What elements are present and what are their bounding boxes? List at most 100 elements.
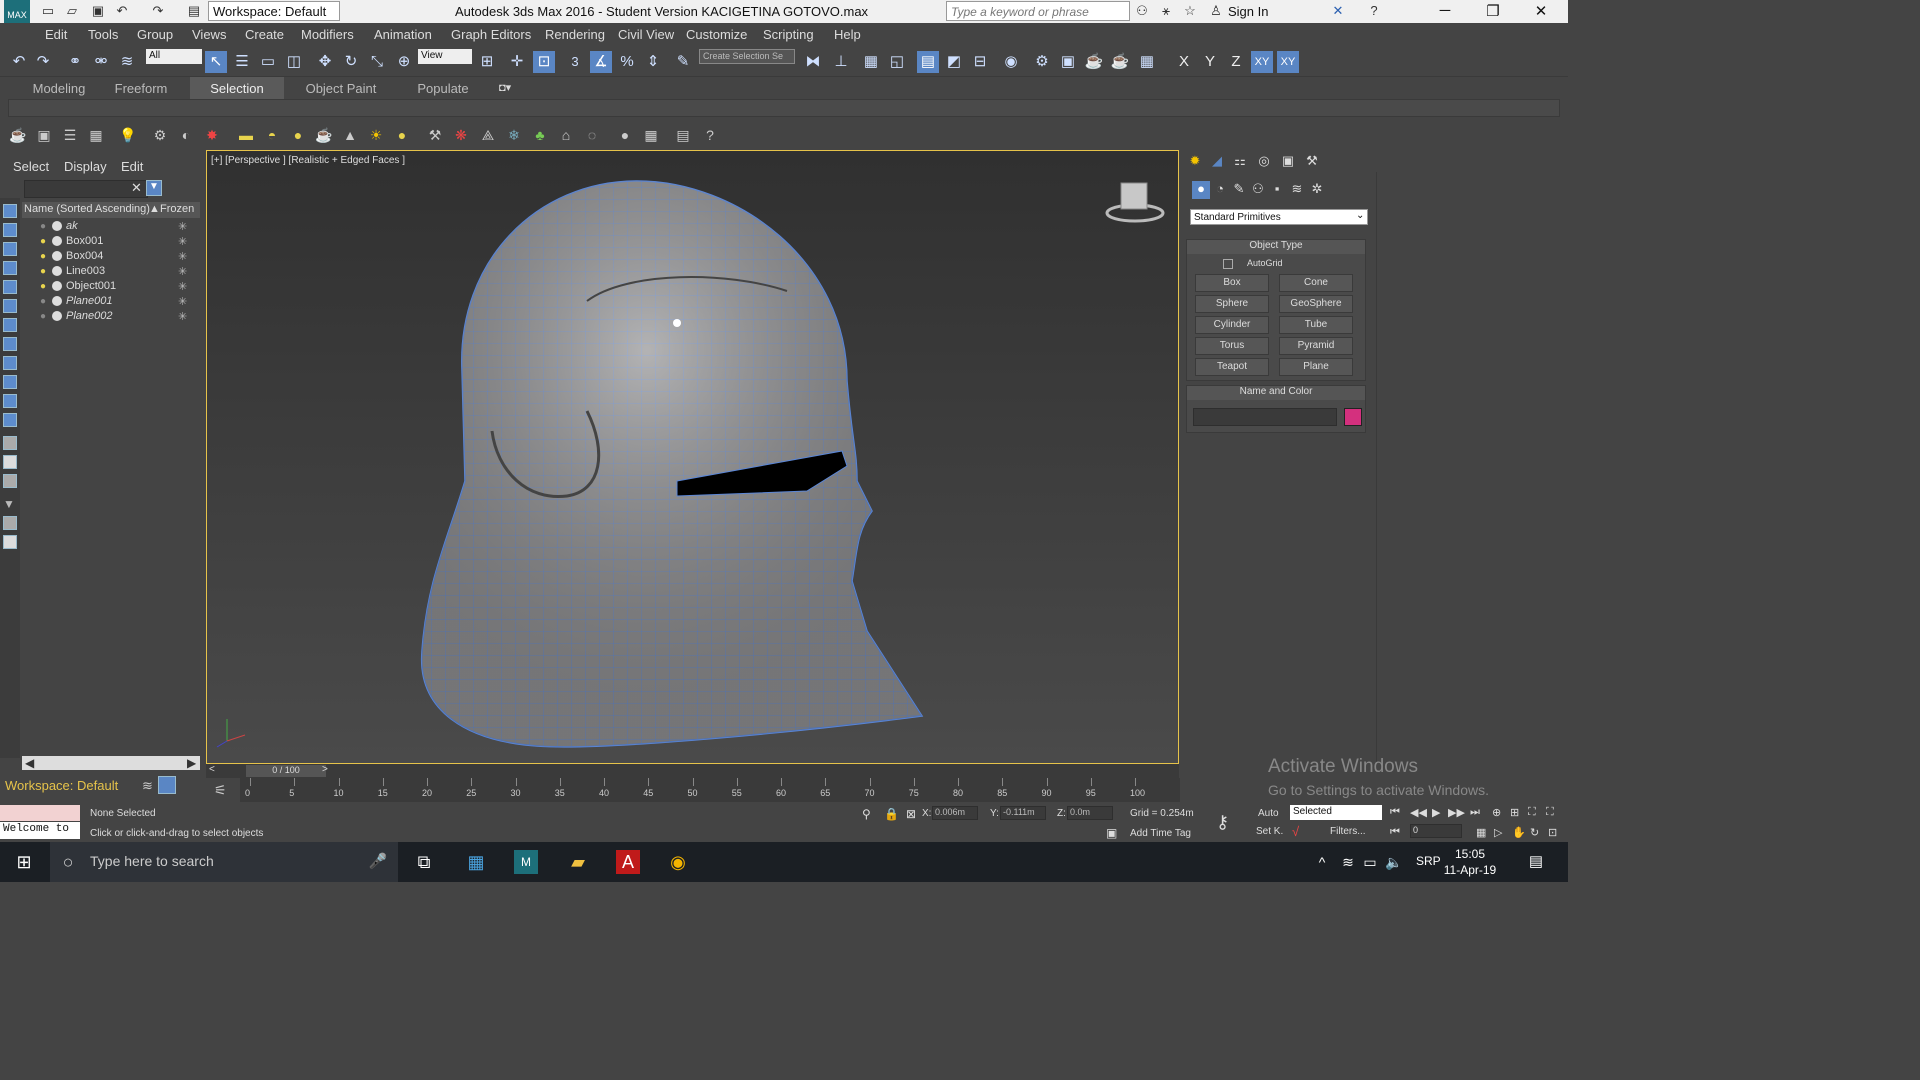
display-geometry-icon[interactable] <box>3 204 17 218</box>
cameras-category-icon[interactable]: ⚇ <box>1249 181 1267 199</box>
filters-button[interactable]: Filters... <box>1330 826 1366 837</box>
list-item[interactable]: ● Line003 <box>22 265 180 279</box>
tools-icon[interactable]: ⚒ <box>425 125 445 145</box>
auto-key-button[interactable]: Auto <box>1258 808 1279 819</box>
material-editor-icon[interactable]: ◉ <box>1000 51 1022 73</box>
display-tab-icon[interactable]: ▣ <box>1279 153 1297 171</box>
teapot-button[interactable]: Teapot <box>1195 358 1269 376</box>
render-setup-icon[interactable]: ⚙ <box>1031 51 1053 73</box>
clear-search-icon[interactable]: ✕ <box>131 180 142 196</box>
tab-selection[interactable]: Selection <box>190 77 284 99</box>
display-shapes-icon[interactable] <box>3 223 17 237</box>
plant-icon[interactable]: ♣ <box>530 125 550 145</box>
name-column-header[interactable]: Name (Sorted Ascending) <box>24 203 150 215</box>
list-item[interactable]: ● Object001 <box>22 280 180 294</box>
picture-icon[interactable]: ▣ <box>34 125 54 145</box>
volume-icon[interactable]: 🔈 <box>1382 850 1406 874</box>
placement-icon[interactable]: ⊕ <box>393 51 415 73</box>
pyramid-button[interactable]: Pyramid <box>1279 337 1353 355</box>
geosphere-button[interactable]: GeoSphere <box>1279 295 1353 313</box>
display-invert-icon[interactable] <box>3 474 17 488</box>
list-icon[interactable]: ☰ <box>60 125 80 145</box>
schematic-view-icon[interactable]: ⊟ <box>969 51 991 73</box>
field-of-view-icon[interactable]: ▷ <box>1494 826 1502 839</box>
undo-icon[interactable]: ↶ <box>114 3 130 19</box>
tube-button[interactable]: Tube <box>1279 316 1353 334</box>
sphere-button[interactable]: Sphere <box>1195 295 1269 313</box>
menu-views[interactable]: Views <box>192 27 226 42</box>
scale-icon[interactable]: ⤡ <box>366 51 388 73</box>
render-iterative-icon[interactable]: ☕ <box>1109 51 1131 73</box>
toggle-scene-explorer-icon[interactable]: ▦ <box>860 51 882 73</box>
menu-tools[interactable]: Tools <box>88 27 118 42</box>
render-sphere-icon[interactable]: ● <box>615 125 635 145</box>
cone-icon[interactable]: ▲ <box>340 125 360 145</box>
task-view-icon[interactable]: ⧉ <box>412 850 436 874</box>
render-production-icon[interactable]: ☕ <box>1083 51 1105 73</box>
selection-filter-dropdown[interactable]: All <box>146 49 202 64</box>
cylinder-button[interactable]: Cylinder <box>1195 316 1269 334</box>
display-lights-icon[interactable] <box>3 242 17 256</box>
grid-icon[interactable]: ▦ <box>86 125 106 145</box>
zoom-all-icon[interactable]: ⊞ <box>1510 806 1519 819</box>
perspective-viewport[interactable]: [+] [Perspective ] [Realistic + Edged Fa… <box>206 150 1179 764</box>
play-icon[interactable]: ▶ <box>1432 806 1440 819</box>
notifications-icon[interactable]: ▤ <box>1524 850 1548 874</box>
primitive-type-dropdown[interactable]: Standard Primitives <box>1190 209 1368 225</box>
star-icon[interactable]: ☆ <box>1182 3 1198 19</box>
key-icon[interactable]: ⚷ <box>1216 812 1229 833</box>
tab-populate[interactable]: Populate <box>405 77 481 99</box>
sign-in-button[interactable]: Sign In <box>1228 4 1268 19</box>
list-item[interactable]: ● ak <box>22 220 180 234</box>
cortana-circle-icon[interactable]: ○ <box>56 850 80 874</box>
explorer-layers-icon[interactable] <box>158 776 176 794</box>
modify-tab-icon[interactable]: ◢ <box>1208 153 1226 171</box>
bind-spacewarp-icon[interactable]: ≋ <box>116 51 138 73</box>
layer-stack-icon[interactable]: ≋ <box>142 778 153 794</box>
redo-icon[interactable]: ↷ <box>150 3 166 19</box>
maximize-viewport-icon[interactable]: ⊡ <box>1548 826 1557 839</box>
time-config-icon[interactable]: ▦ <box>1476 826 1486 839</box>
time-slider-next-icon[interactable]: > <box>322 764 328 775</box>
go-to-end-icon[interactable]: ⏭ <box>1470 806 1480 819</box>
help-icon[interactable]: ? <box>1366 3 1382 19</box>
menu-create[interactable]: Create <box>245 27 284 42</box>
zoom-extents-icon[interactable]: ⛶ <box>1528 806 1536 819</box>
particle-system-icon[interactable]: ❋ <box>451 125 471 145</box>
frozen-column-header[interactable]: Frozen <box>160 203 194 215</box>
reference-coordinate-dropdown[interactable]: View <box>418 49 472 64</box>
display-frozen-icon[interactable] <box>3 394 17 408</box>
sphere-icon[interactable]: ● <box>288 125 308 145</box>
display-none-icon[interactable] <box>3 455 17 469</box>
user-icon[interactable]: ♙ <box>1208 3 1224 19</box>
explorer-tab-select[interactable]: Select <box>13 159 49 174</box>
light-bulb-icon[interactable]: ● <box>40 251 46 262</box>
toggle-ribbon-icon[interactable]: ▤ <box>917 51 939 73</box>
align-icon[interactable]: ⊥ <box>830 51 852 73</box>
explorer-horizontal-scrollbar[interactable]: ◀ ▶ <box>22 756 200 770</box>
time-tag-icon[interactable]: ▣ <box>1106 826 1117 840</box>
close-icon[interactable]: ✕ <box>1526 2 1556 20</box>
name-color-title[interactable]: Name and Color <box>1187 386 1365 400</box>
isolate-icon[interactable]: ⚲ <box>862 807 871 821</box>
new-file-icon[interactable]: ▭ <box>40 3 56 19</box>
zoom-icon[interactable]: ⊕ <box>1492 806 1501 819</box>
shell-icon[interactable]: ◌ <box>582 125 602 145</box>
select-by-name-icon[interactable]: ☰ <box>231 51 253 73</box>
snaps-toggle-icon[interactable]: 3 <box>564 51 586 73</box>
restore-icon[interactable]: ❐ <box>1478 2 1508 20</box>
menu-civil-view[interactable]: Civil View <box>618 27 674 42</box>
x-coordinate-field[interactable]: 0.006m <box>932 806 978 820</box>
link-icon[interactable]: ⚭ <box>64 51 86 73</box>
mirror-icon[interactable]: ⧓ <box>802 51 824 73</box>
chevron-down-icon[interactable]: ⌄ <box>1356 210 1364 221</box>
exchange-icon[interactable]: ✕ <box>1330 3 1346 19</box>
time-slider-prev-icon[interactable]: < <box>209 764 215 775</box>
spacewarps-category-icon[interactable]: ≋ <box>1288 181 1306 199</box>
autocad-icon[interactable]: A <box>616 850 640 874</box>
snowflake-icon[interactable]: ❄ <box>504 125 524 145</box>
orbit-icon[interactable]: ↻ <box>1530 826 1539 839</box>
lock-icon[interactable]: 🔒 <box>884 807 899 821</box>
system-clock[interactable]: 15:05 11-Apr-19 <box>1440 846 1500 878</box>
spinner-snap-icon[interactable]: ⇕ <box>642 51 664 73</box>
